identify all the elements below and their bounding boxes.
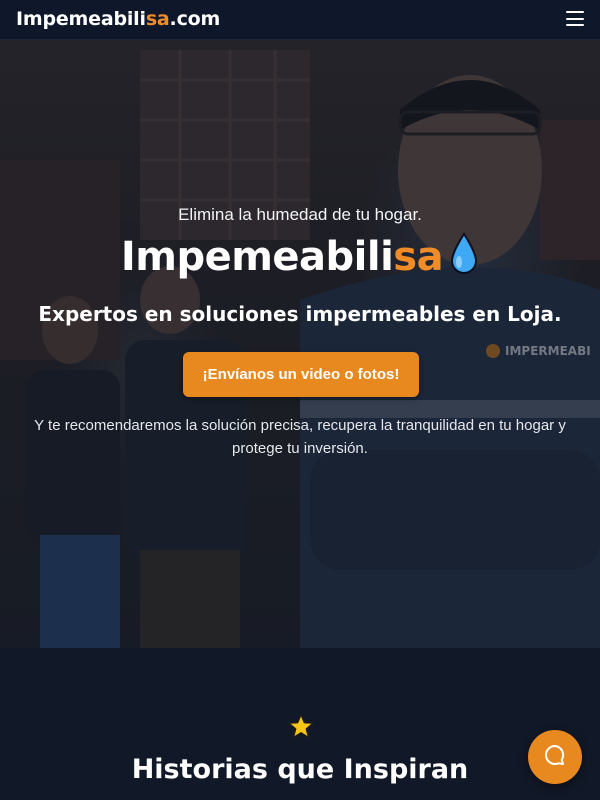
send-video-cta-button[interactable]: ¡Envíanos un video o fotos! <box>183 352 419 397</box>
stories-section: Historias que Inspiran <box>0 648 600 800</box>
brand-name-highlight: sa <box>145 8 170 30</box>
hero-subtitle: Expertos en soluciones impermeables en L… <box>38 302 562 326</box>
brand-name-main: Impemeabili <box>16 8 146 30</box>
brand-logo[interactable]: Impemeabilisa.com <box>16 8 220 30</box>
hero-title-main: Impemeabili <box>120 234 394 280</box>
top-navbar: Impemeabilisa.com <box>0 0 600 40</box>
hero-tagline: Elimina la humedad de tu hogar. <box>178 205 422 224</box>
chat-bubble-icon <box>543 743 567 772</box>
brand-name-suffix: .com <box>169 8 221 30</box>
hero-section: IMPERMEABI Elimina la humedad de tu hoga… <box>0 40 600 648</box>
water-drop-icon <box>449 232 479 286</box>
hero-title-highlight: sa <box>393 234 444 280</box>
star-icon <box>287 712 315 745</box>
stories-title: Historias que Inspiran <box>131 754 469 785</box>
hamburger-menu-icon[interactable] <box>566 11 584 26</box>
hero-description: Y te recomendaremos la solución precisa,… <box>34 417 566 457</box>
hero-dark-overlay <box>0 40 600 648</box>
chat-button[interactable] <box>528 730 582 784</box>
hero-title: Impemeabilisa <box>0 232 600 286</box>
